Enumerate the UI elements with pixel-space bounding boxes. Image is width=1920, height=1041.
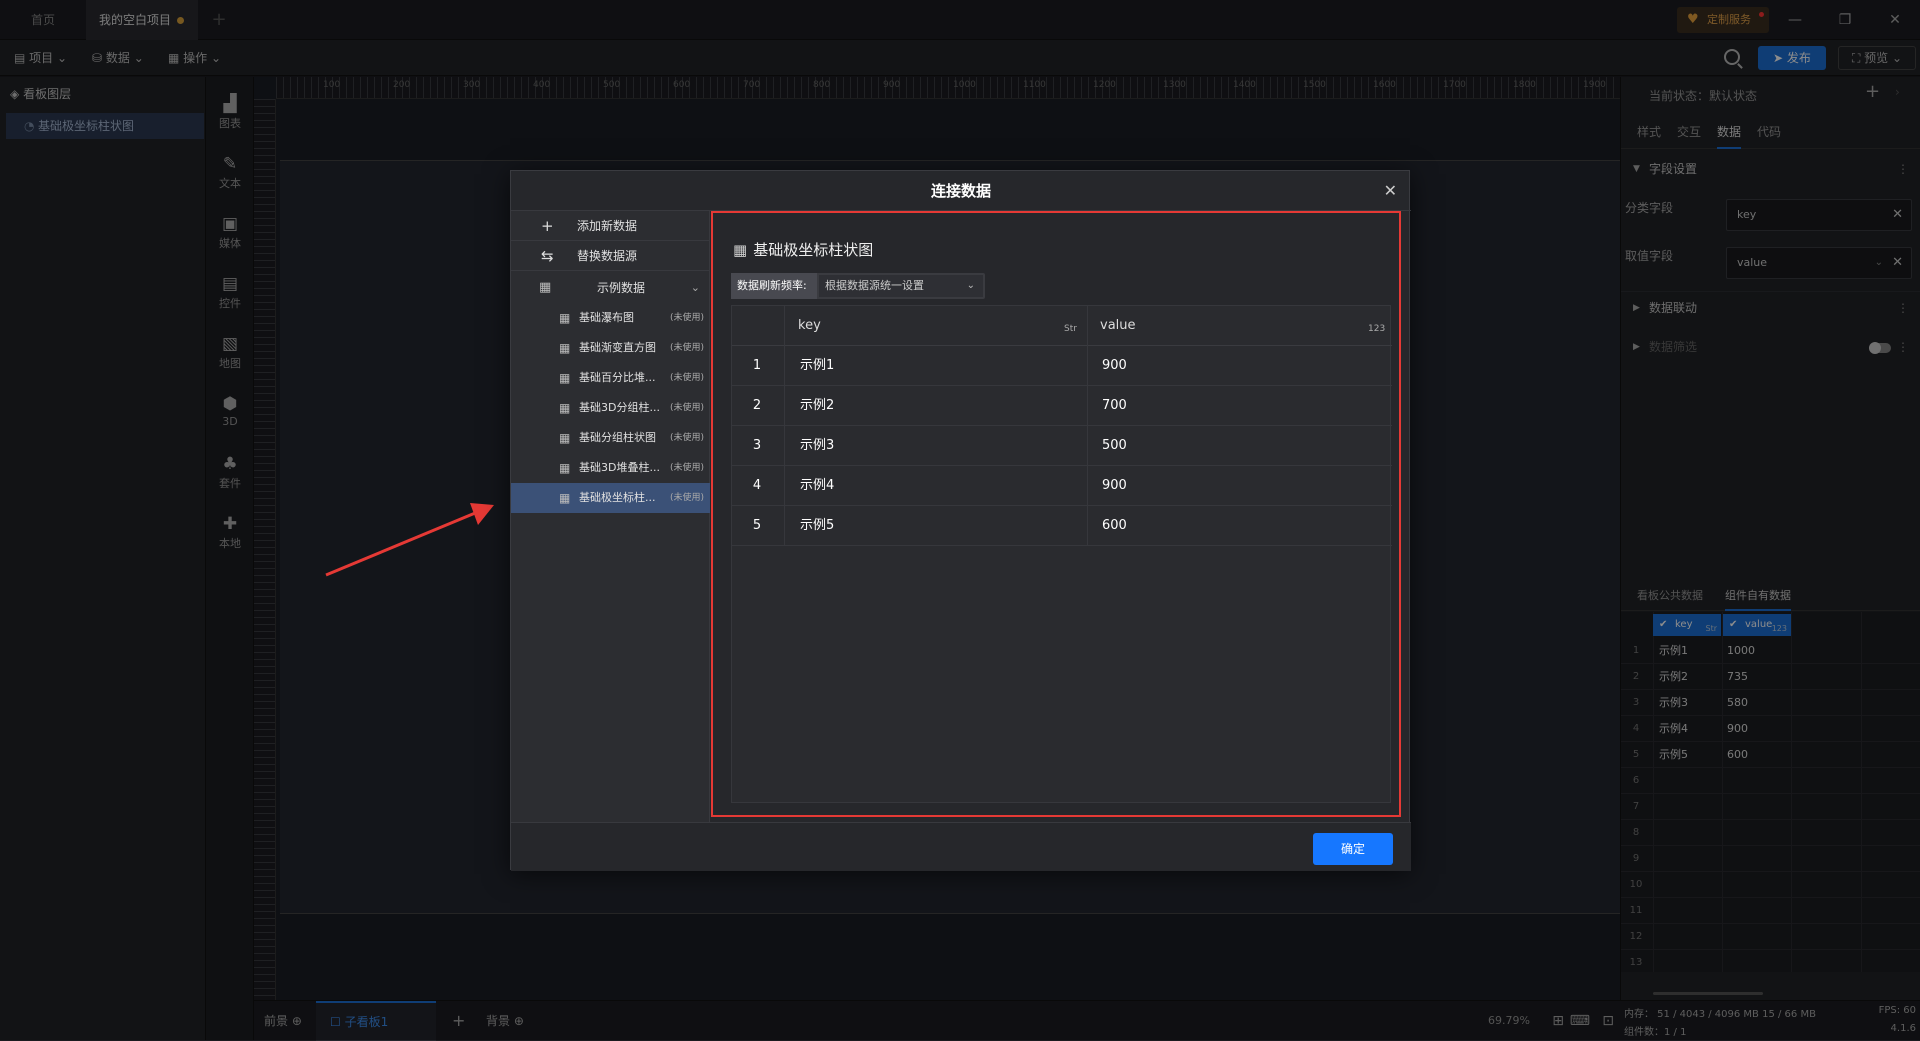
cell-value[interactable]: 900 (1102, 346, 1127, 386)
refresh-rate-select[interactable]: 根据数据源统一设置 ⌄ (819, 275, 983, 297)
dialog-footer: 确定 (511, 822, 1411, 871)
table-icon: ▦ (559, 371, 571, 385)
list-item-label: 基础3D堆叠柱... (579, 461, 660, 474)
cell-key[interactable]: 示例1 (800, 346, 834, 386)
list-item-label: 基础百分比堆... (579, 371, 656, 384)
unused-tag: (未使用) (669, 373, 704, 383)
data-table[interactable]: key Str value 123 1 示例1 900 2 示例2 700 3 示例3 50… (731, 305, 1392, 803)
plus-icon: + (541, 217, 554, 235)
add-new-data-label: 添加新数据 (577, 219, 638, 233)
cell-key[interactable]: 示例5 (800, 506, 834, 546)
row-number: 4 (752, 478, 762, 493)
unused-tag: (未使用) (669, 493, 704, 503)
row-number: 1 (752, 358, 762, 373)
highlight-box: ▦ 基础极坐标柱状图 数据刷新频率: 根据数据源统一设置 ⌄ key Str val… (711, 211, 1401, 817)
list-item-label: 基础渐变直方图 (579, 341, 656, 354)
table-icon: ▦ (733, 241, 748, 259)
table-row[interactable]: 5 示例5 600 (732, 506, 1392, 546)
table-icon: ▦ (559, 431, 571, 445)
cell-key[interactable]: 示例2 (800, 386, 834, 426)
refresh-rate-value: 根据数据源统一设置 (825, 279, 924, 292)
table-icon: ▦ (559, 311, 571, 325)
unused-tag: (未使用) (669, 403, 704, 413)
replace-source-label: 替换数据源 (577, 249, 638, 263)
unused-tag: (未使用) (669, 343, 704, 353)
dataset-list: + 添加新数据 ⇆ 替换数据源 ▦ 示例数据 ⌄ ▦ 基础瀑布图 (未使用) ▦ 基础渐变直方… (511, 211, 710, 822)
list-item-label: 基础分组柱状图 (579, 431, 656, 444)
dataset-title-label: 基础极坐标柱状图 (753, 241, 874, 259)
table-header: key Str value 123 (732, 306, 1392, 346)
list-item-selected[interactable]: ▦ 基础极坐标柱... (未使用) (511, 483, 710, 513)
list-item[interactable]: ▦ 基础百分比堆... (未使用) (511, 363, 710, 393)
list-item-label: 基础3D分组柱... (579, 401, 660, 414)
list-item-label: 基础极坐标柱... (579, 491, 656, 504)
type-str-icon: Str (1064, 324, 1077, 334)
sample-data-label: 示例数据 (597, 281, 646, 295)
row-number: 2 (752, 398, 762, 413)
list-item[interactable]: ▦ 基础3D堆叠柱... (未使用) (511, 453, 710, 483)
refresh-rate-control: 数据刷新频率: 根据数据源统一设置 ⌄ (731, 273, 985, 299)
row-number: 5 (752, 518, 762, 533)
cell-value[interactable]: 900 (1102, 466, 1127, 506)
type-num-icon: 123 (1368, 324, 1386, 334)
unused-tag: (未使用) (669, 313, 704, 323)
list-item-label: 基础瀑布图 (579, 311, 634, 324)
table-icon: ▦ (559, 461, 571, 475)
unused-tag: (未使用) (669, 463, 704, 473)
table-row[interactable]: 1 示例1 900 (732, 346, 1392, 386)
table-row[interactable]: 3 示例3 500 (732, 426, 1392, 466)
table-row[interactable]: 4 示例4 900 (732, 466, 1392, 506)
cell-value[interactable]: 500 (1102, 426, 1127, 466)
chevron-down-icon: ⌄ (690, 281, 700, 294)
column-value[interactable]: value (1100, 306, 1136, 346)
list-item[interactable]: ▦ 基础渐变直方图 (未使用) (511, 333, 710, 363)
table-icon: ▦ (559, 491, 571, 505)
cell-value[interactable]: 600 (1102, 506, 1127, 546)
list-item[interactable]: ▦ 基础分组柱状图 (未使用) (511, 423, 710, 453)
replace-source-button[interactable]: ⇆ 替换数据源 (511, 241, 710, 271)
row-number: 3 (752, 438, 762, 453)
sample-data-group[interactable]: ▦ 示例数据 ⌄ (511, 273, 710, 303)
close-icon[interactable]: ✕ (1384, 171, 1397, 211)
swap-icon: ⇆ (541, 247, 554, 265)
table-icon: ▦ (559, 401, 571, 415)
table-row[interactable]: 2 示例2 700 (732, 386, 1392, 426)
list-item[interactable]: ▦ 基础瀑布图 (未使用) (511, 303, 710, 333)
unused-tag: (未使用) (669, 433, 704, 443)
column-key[interactable]: key (798, 306, 821, 346)
list-item[interactable]: ▦ 基础3D分组柱... (未使用) (511, 393, 710, 423)
cell-key[interactable]: 示例4 (800, 466, 834, 506)
cell-value[interactable]: 700 (1102, 386, 1127, 426)
table-icon: ▦ (559, 341, 571, 355)
cell-key[interactable]: 示例3 (800, 426, 834, 466)
add-new-data-button[interactable]: + 添加新数据 (511, 211, 710, 241)
chevron-down-icon: ⌄ (966, 280, 975, 291)
dataset-detail: ▦ 基础极坐标柱状图 数据刷新频率: 根据数据源统一设置 ⌄ key Str val… (711, 211, 1411, 822)
dialog-title: 连接数据 (511, 171, 1411, 211)
refresh-rate-label: 数据刷新频率: (731, 273, 817, 299)
connect-data-dialog: 连接数据 ✕ + 添加新数据 ⇆ 替换数据源 ▦ 示例数据 ⌄ ▦ 基础瀑布图 (未使用) … (510, 170, 1411, 871)
table-icon: ▦ (539, 280, 552, 295)
annotation-arrow (325, 503, 494, 577)
confirm-button[interactable]: 确定 (1313, 833, 1393, 865)
dataset-title: ▦ 基础极坐标柱状图 (733, 239, 873, 260)
